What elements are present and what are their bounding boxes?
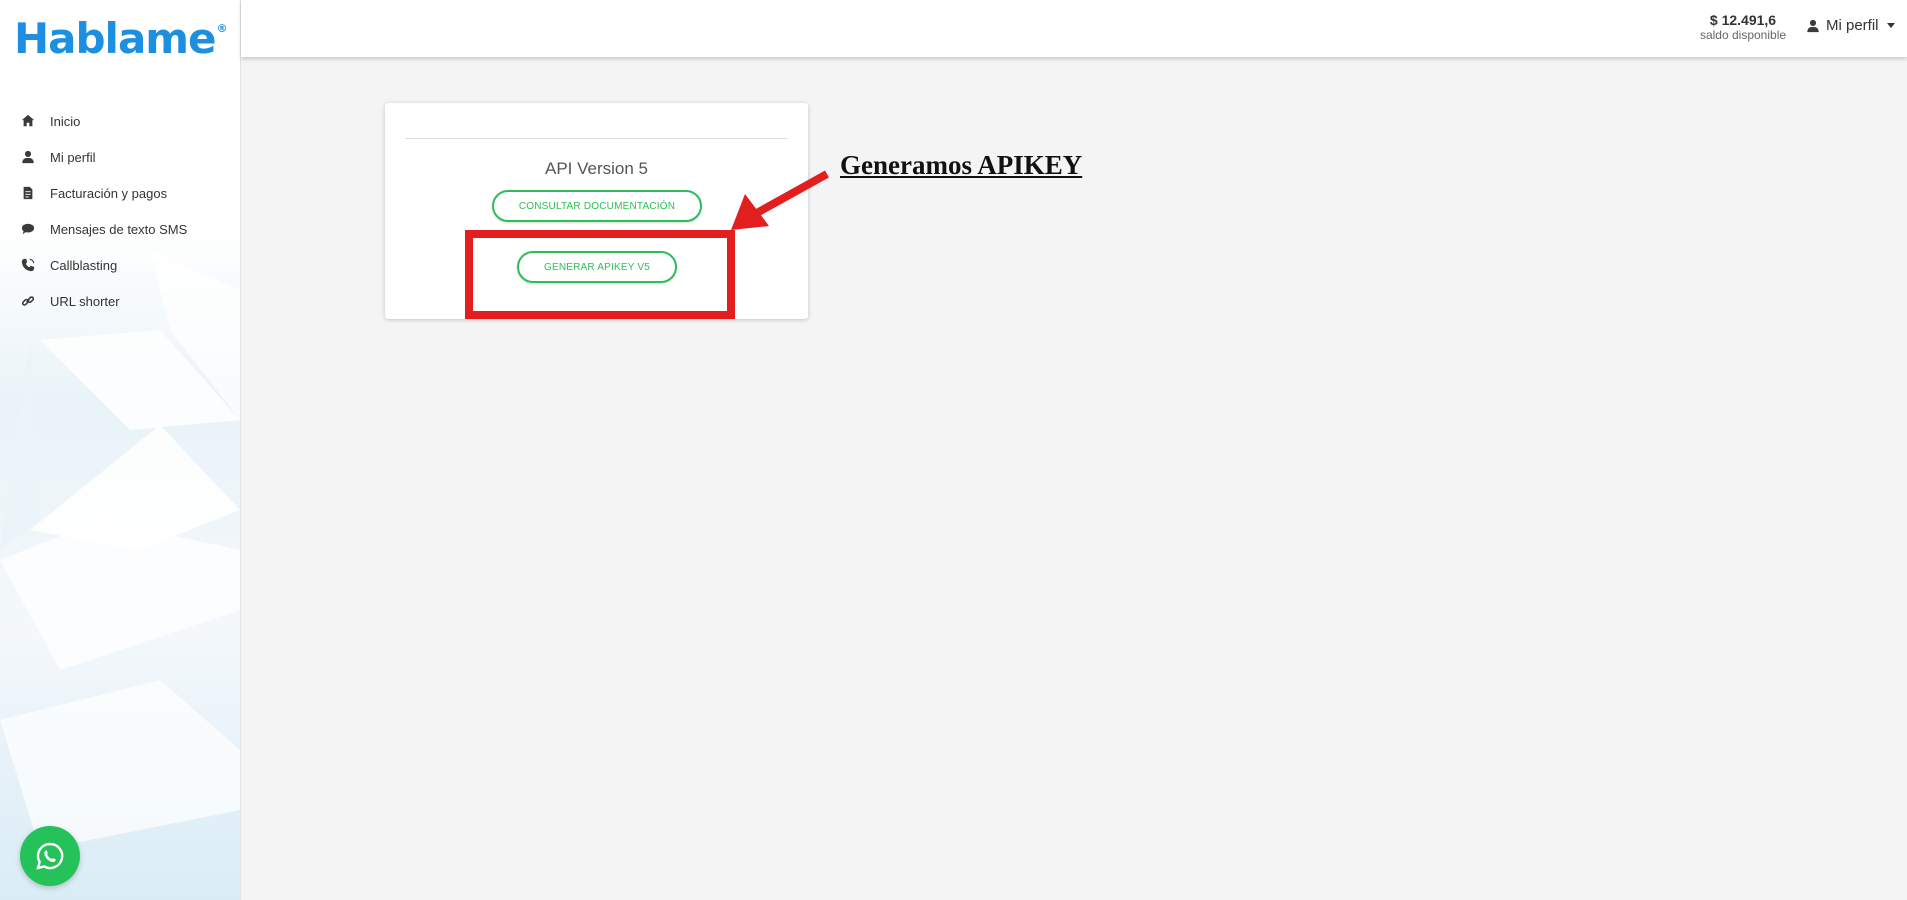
highlight-box: [465, 230, 735, 319]
sidebar-item-mi-perfil[interactable]: Mi perfil: [0, 139, 240, 175]
sidebar-item-label: Inicio: [50, 113, 81, 129]
sidebar-item-label: Mi perfil: [50, 149, 96, 165]
sidebar-item-inicio[interactable]: Inicio: [0, 103, 240, 139]
balance-display: $ 12.491,6 saldo disponible: [1673, 12, 1813, 42]
sidebar-item-label: Facturación y pagos: [50, 185, 168, 201]
annotation-text: Generamos APIKEY: [840, 150, 1083, 180]
balance-amount: $ 12.491,6: [1709, 12, 1777, 28]
sidebar: Hablame® Inicio Mi perfil Facturación y …: [0, 0, 241, 900]
sidebar-item-sms[interactable]: Mensajes de texto SMS: [0, 211, 240, 247]
sidebar-item-label: URL shorter: [50, 293, 120, 309]
chevron-down-icon: [1886, 23, 1895, 28]
link-icon: [20, 293, 36, 309]
chat-icon: [20, 221, 36, 237]
brand-name: Hablame: [14, 14, 217, 63]
balance-label: saldo disponible: [1699, 28, 1787, 42]
whatsapp-icon: [36, 842, 64, 870]
phone-icon: [20, 257, 36, 273]
registered-mark: ®: [216, 22, 228, 35]
arrow-icon: [731, 170, 829, 230]
brand-logo[interactable]: Hablame®: [14, 14, 228, 63]
invoice-icon: [20, 185, 36, 201]
sidebar-item-label: Callblasting: [50, 257, 118, 273]
home-icon: [20, 113, 36, 129]
whatsapp-button[interactable]: [20, 826, 80, 886]
top-bar: $ 12.491,6 saldo disponible Mi perfil: [241, 0, 1907, 57]
sidebar-item-label: Mensajes de texto SMS: [50, 221, 188, 237]
envelope-background: [0, 250, 240, 850]
user-icon: [20, 149, 36, 165]
sidebar-item-url-shorter[interactable]: URL shorter: [0, 283, 240, 319]
profile-label: Mi perfil: [1826, 17, 1879, 34]
docs-button[interactable]: CONSULTAR DOCUMENTACIÓN: [492, 190, 702, 222]
sidebar-item-callblasting[interactable]: Callblasting: [0, 247, 240, 283]
profile-dropdown[interactable]: Mi perfil: [1806, 17, 1895, 34]
card-divider: [405, 138, 788, 139]
sidebar-nav: Inicio Mi perfil Facturación y pagos Men…: [0, 103, 240, 319]
user-icon: [1807, 19, 1819, 32]
sidebar-item-facturacion[interactable]: Facturación y pagos: [0, 175, 240, 211]
